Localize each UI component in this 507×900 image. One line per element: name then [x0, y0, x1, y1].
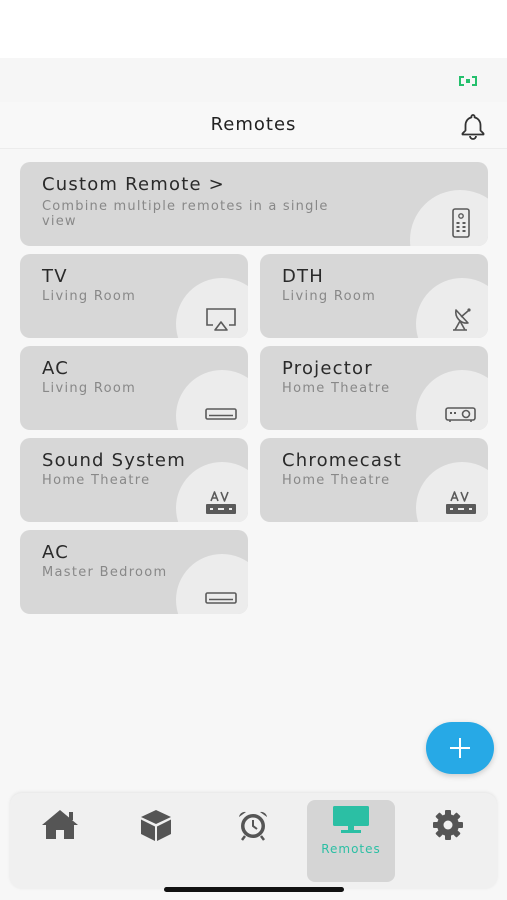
tv-cast-icon [206, 308, 236, 331]
remote-card-dth[interactable]: DTH Living Room [260, 254, 488, 338]
nav-remotes[interactable]: Remotes [307, 800, 395, 882]
bottom-navigation: Remotes [10, 793, 497, 889]
nav-settings[interactable] [418, 805, 478, 845]
app-header: Remotes [0, 102, 507, 149]
status-bar [0, 58, 507, 102]
satellite-dish-icon [453, 308, 471, 331]
monitor-icon [333, 806, 369, 833]
av-receiver-icon [446, 491, 476, 514]
custom-remote-title: Custom Remote > [42, 174, 225, 195]
air-conditioner-icon [205, 592, 237, 604]
remote-control-icon [452, 208, 470, 238]
home-indicator [164, 887, 344, 892]
home-icon [42, 810, 78, 839]
projector-icon [445, 407, 476, 422]
battery-icon [459, 76, 477, 86]
gear-icon [433, 810, 463, 840]
remote-card-tv[interactable]: TV Living Room [20, 254, 248, 338]
bell-icon[interactable] [459, 112, 487, 140]
nav-home[interactable] [30, 805, 90, 845]
custom-remote-card[interactable]: Custom Remote > Combine multiple remotes… [20, 162, 488, 246]
chevron-right-icon: > [208, 174, 225, 195]
remote-card-projector[interactable]: Projector Home Theatre [260, 346, 488, 430]
nav-alarms[interactable] [223, 805, 283, 845]
air-conditioner-icon [205, 408, 237, 420]
custom-remote-description: Combine multiple remotes in a single vie… [42, 199, 329, 229]
remote-card-sound-system[interactable]: Sound System Home Theatre [20, 438, 248, 522]
add-remote-button[interactable] [426, 722, 494, 774]
top-safe-area [0, 0, 507, 58]
av-receiver-icon [206, 491, 236, 514]
nav-devices[interactable] [126, 805, 186, 845]
alarm-clock-icon [239, 811, 267, 841]
remote-card-ac-master-bedroom[interactable]: AC Master Bedroom [20, 530, 248, 614]
cube-icon [141, 810, 171, 841]
remote-card-chromecast[interactable]: Chromecast Home Theatre [260, 438, 488, 522]
nav-remotes-label: Remotes [321, 842, 381, 856]
page-title: Remotes [210, 114, 297, 135]
remote-card-ac-living-room[interactable]: AC Living Room [20, 346, 248, 430]
